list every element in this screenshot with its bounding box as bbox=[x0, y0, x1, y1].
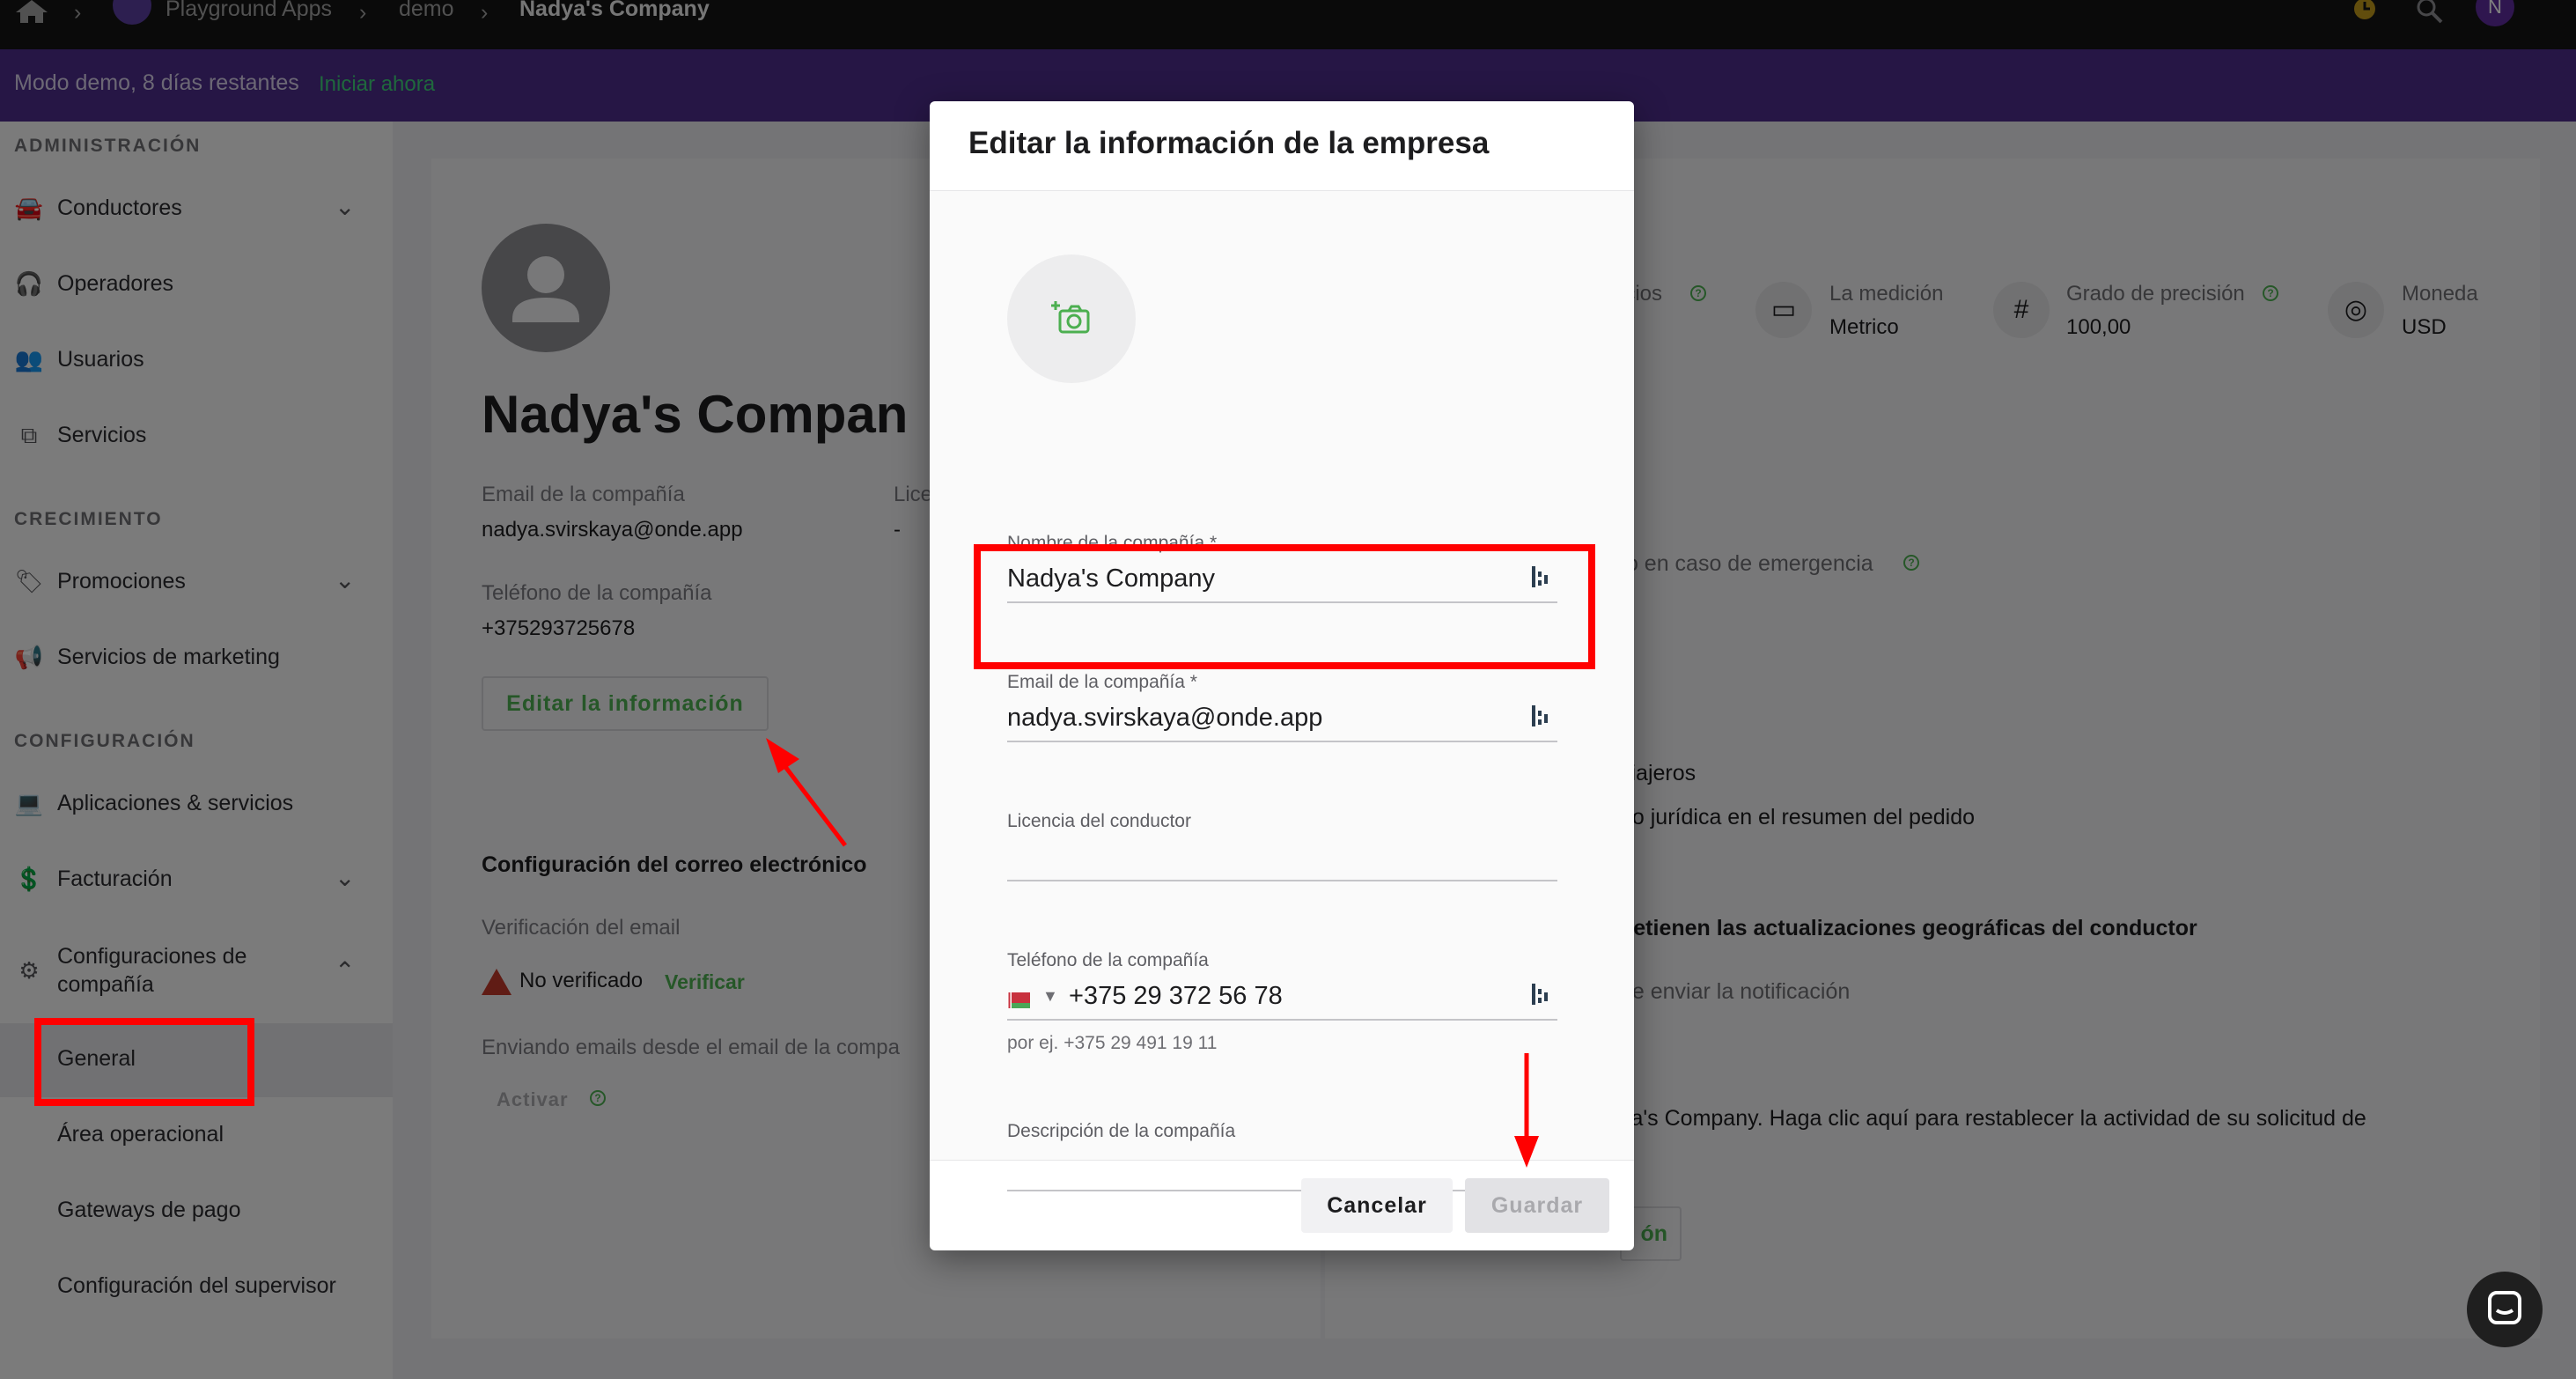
annotation-arrows bbox=[766, 738, 1539, 1168]
chat-launcher[interactable] bbox=[2467, 1272, 2543, 1347]
chat-icon bbox=[2488, 1291, 2521, 1324]
